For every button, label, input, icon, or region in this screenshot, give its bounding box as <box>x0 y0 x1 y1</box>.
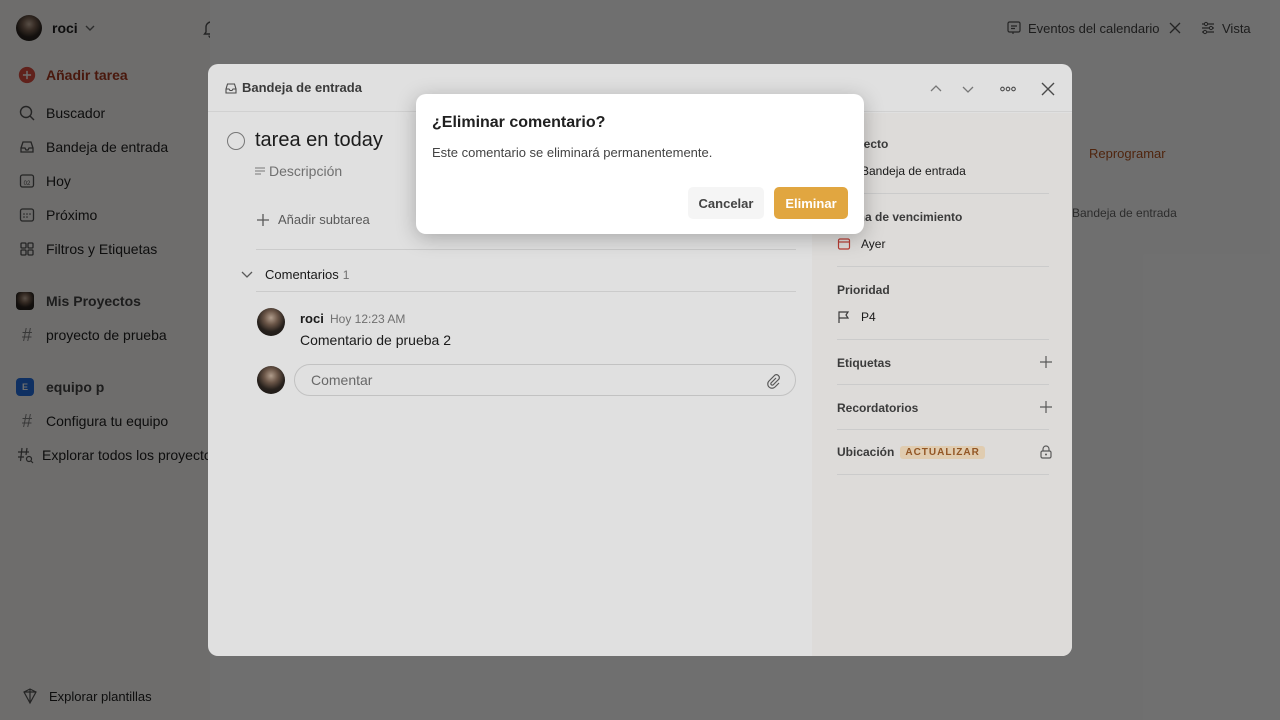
dialog-title: ¿Eliminar comentario? <box>432 114 606 131</box>
delete-button[interactable]: Eliminar <box>774 187 848 219</box>
app: roci Añadir tarea Buscador Bandeja de en… <box>0 0 1280 720</box>
dialog-message: Este comentario se eliminará permanentem… <box>432 145 713 160</box>
cancel-button[interactable]: Cancelar <box>688 187 764 219</box>
delete-comment-dialog: ¿Eliminar comentario? Este comentario se… <box>416 94 864 234</box>
